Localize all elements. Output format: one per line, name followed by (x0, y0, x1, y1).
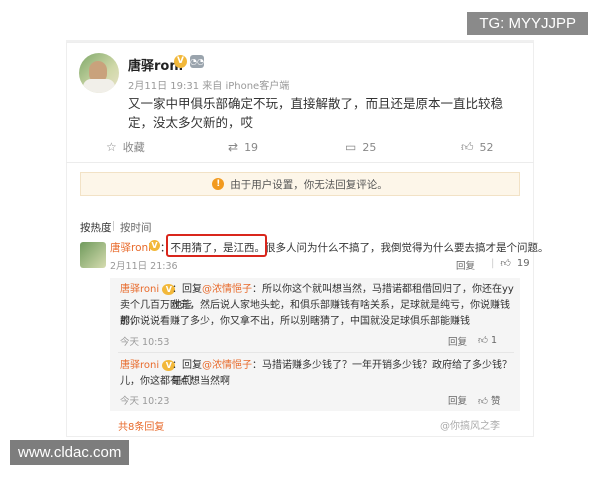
reply-1-reply-button[interactable]: 回复 (448, 334, 467, 348)
like-button[interactable]: 👍︎ 52 (461, 138, 494, 156)
thumbs-up-icon: 👍︎ (500, 258, 511, 269)
reply-2-reply-button[interactable]: 回复 (448, 393, 467, 407)
thumbs-up-icon: 👍︎ (478, 396, 488, 407)
favorite-button[interactable]: ☆ 收藏 (106, 138, 145, 156)
post-text: 又一家中甲俱乐部确定不玩，直接解散了，而且还是原本一直比较稳定，没太多欠新的，哎 (128, 96, 504, 130)
comment-rest-text: 很多人问为什么不搞了，我倒觉得为什么要去搞才是个问题。 (265, 242, 549, 254)
reply-author[interactable]: 唐驿roni (120, 284, 159, 295)
thumbs-up-icon: 👍︎ (461, 139, 474, 154)
reply-2-prefix: ：回复 (172, 360, 202, 371)
reply-1-prefix: ：回复 (172, 284, 202, 295)
thumbs-up-icon: 👍︎ (478, 335, 488, 346)
post-actions: ☆ 收藏 ⇄ 19 ▭ 25 👍︎ 52 (66, 138, 534, 160)
warning-icon: ! (212, 178, 225, 190)
comment-button[interactable]: ▭ 25 (345, 138, 376, 156)
red-highlight-box (166, 234, 267, 257)
mention-link[interactable]: @浓情悒子 (202, 360, 252, 371)
comment-reply-button[interactable]: 回复 (456, 258, 475, 272)
reply-author[interactable]: 唐驿roni (120, 360, 159, 371)
comment-icon: ▭ (345, 140, 357, 154)
post-meta: 2月11日 19:31 来自 iPhone客户端 (128, 81, 290, 92)
reply-2-time: 今天 10:23 (120, 396, 170, 407)
commenter-name[interactable]: 唐驿roni (110, 240, 151, 255)
reply-2-like-button[interactable]: 👍︎ 赞 (478, 393, 500, 407)
sort-separator (113, 221, 114, 231)
bottom-watermark: www.cldac.com (10, 440, 130, 465)
divider (66, 162, 534, 163)
top-watermark: TG: MYYJJPP (467, 12, 588, 35)
verified-icon: V (174, 55, 187, 68)
reply-1-time: 今天 10:53 (120, 337, 170, 348)
comment-like-button[interactable]: | 👍︎ 19 (491, 257, 530, 270)
author-avatar[interactable] (79, 53, 119, 93)
reply-1-like-button[interactable]: 👍︎ 1 (478, 334, 497, 346)
page: 唐驿roni V ◔◔ 2月11日 19:31 来自 iPhone客户端 又一家… (0, 0, 600, 480)
repost-button[interactable]: ⇄ 19 (228, 138, 258, 156)
reply-2: 唐驿roni V (120, 358, 180, 374)
reply-2-line-1: 儿，你这都有点想当然啊 (120, 376, 230, 387)
more-replies-link[interactable]: 共8条回复 (118, 418, 164, 433)
source-watermark: @你搞风之李 (440, 421, 500, 432)
comment-date: 2月11日 21:36 (110, 261, 178, 272)
replies-panel: 唐驿roni V ：回复@浓情悒子：所以你这个就叫想当然，马措诺都租借回归了，你… (110, 278, 520, 411)
repost-icon: ⇄ (228, 140, 239, 154)
reply-restriction-notice: ! 由于用户设置，你无法回复评论。 (80, 172, 520, 196)
reply-1-line-2: 那你说说看赚了多少，你又拿不出，所以别瞎猜了，中国就没足球俱乐部能赚钱 (120, 316, 470, 327)
verified-icon: V (149, 240, 160, 251)
level-badge-icon: ◔◔ (190, 55, 204, 68)
mention-link[interactable]: @浓情悒子 (202, 284, 252, 295)
commenter-avatar[interactable] (80, 242, 106, 268)
star-icon: ☆ (106, 140, 117, 154)
reply-separator (118, 352, 514, 353)
sort-by-time-tab[interactable]: 按时间 (120, 220, 152, 235)
sort-by-hot-tab[interactable]: 按热度 (80, 220, 112, 235)
